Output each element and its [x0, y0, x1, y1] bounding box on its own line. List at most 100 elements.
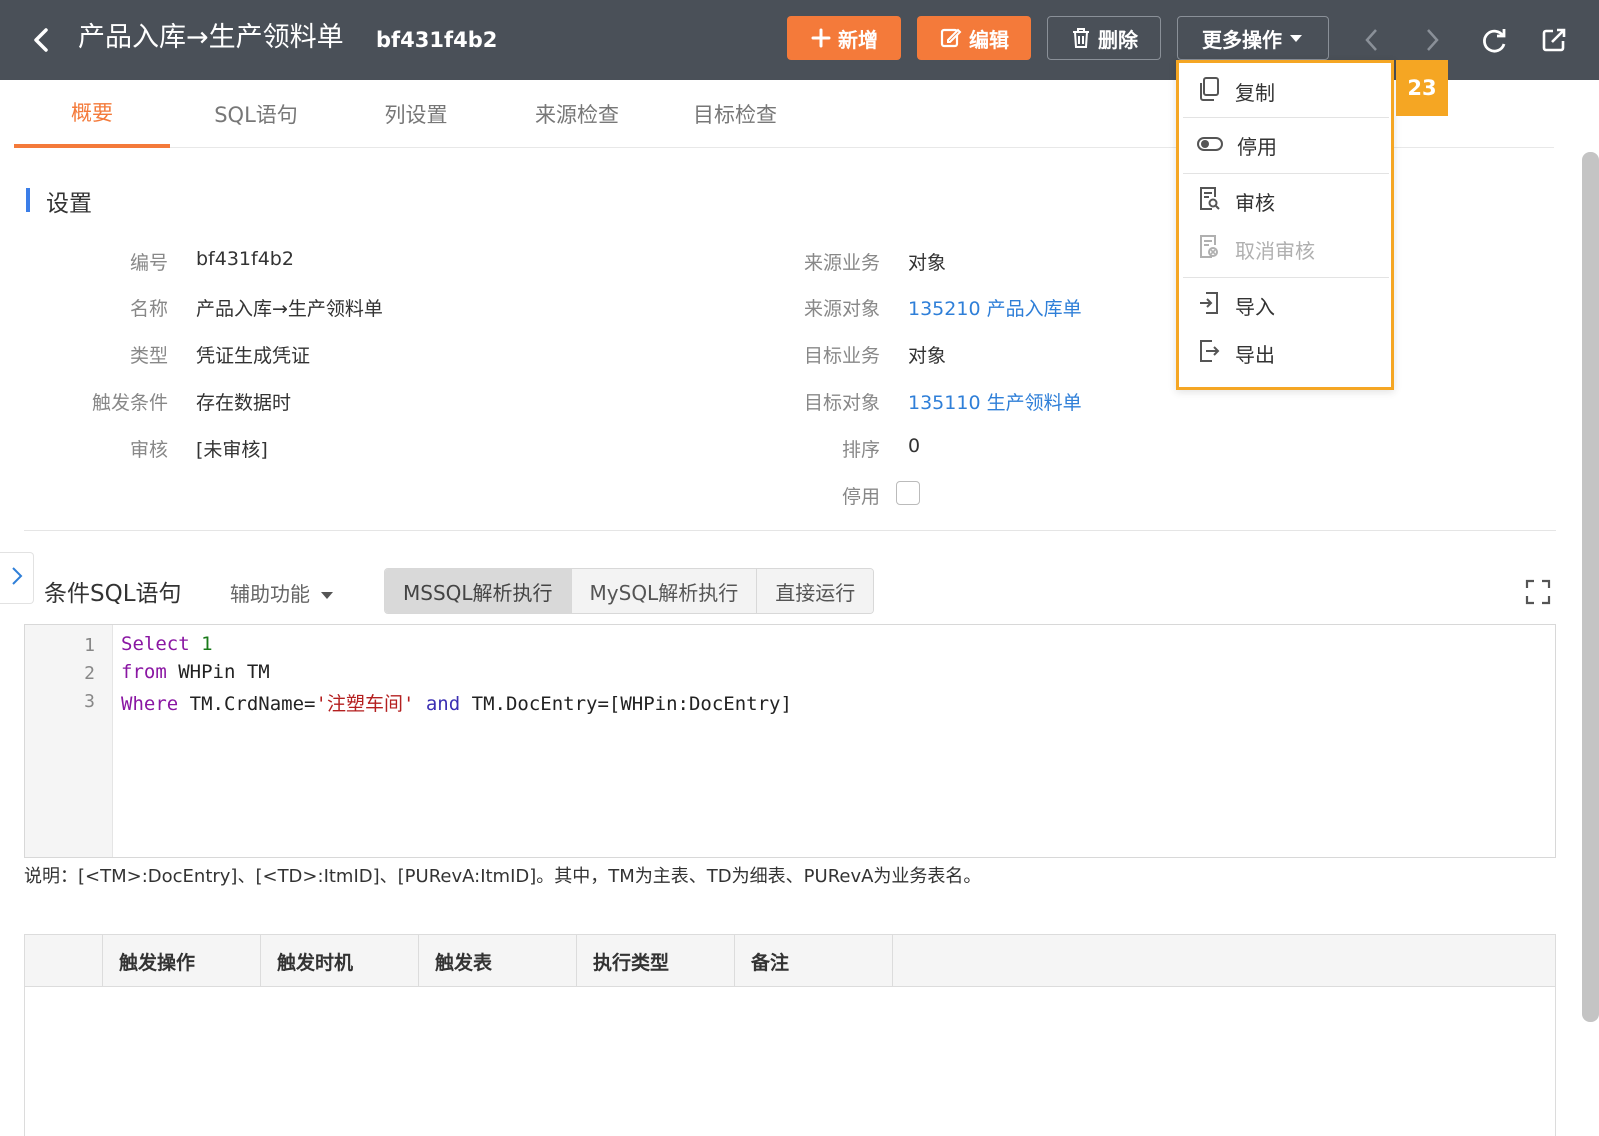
page-title: 产品入库→生产领料单 — [78, 22, 344, 53]
app-window: 产品入库→生产领料单 bf431f4b2 新增 编辑 删除 更多操作 概要 SQ… — [0, 0, 1599, 1136]
menu-item-label: 导入 — [1235, 294, 1275, 319]
table-header: 触发操作 触发时机 触发表 执行类型 备注 — [25, 935, 1555, 987]
tab-column-settings[interactable]: 列设置 — [346, 80, 486, 148]
menu-item-label: 停用 — [1237, 134, 1277, 159]
code-line-1: Select 1 — [121, 633, 213, 655]
field-value-code: bf431f4b2 — [196, 248, 294, 270]
field-value-sort: 0 — [908, 435, 921, 457]
code-line-3: Where TM.CrdName='注塑车间' and TM.DocEntry=… — [121, 689, 792, 716]
row-selector-column — [25, 935, 103, 987]
mode-mysql[interactable]: MySQL解析执行 — [571, 569, 758, 613]
field-label: 触发条件 — [91, 392, 168, 414]
string-literal: '注塑车间' — [315, 693, 415, 715]
add-button[interactable]: 新增 — [787, 16, 901, 60]
field-value-audit: [未审核] — [196, 439, 268, 461]
column-header[interactable]: 触发表 — [419, 935, 577, 987]
export-icon — [1197, 338, 1221, 369]
fullscreen-icon[interactable] — [1524, 578, 1552, 606]
mode-mssql[interactable]: MSSQL解析执行 — [385, 569, 572, 613]
menu-item-copy[interactable]: 复制 — [1179, 67, 1391, 115]
code-line-2: from WHPin TM — [121, 661, 270, 683]
line-number: 1 — [84, 635, 95, 656]
step-badge: 23 — [1396, 60, 1448, 116]
sql-mode-selector: MSSQL解析执行 MySQL解析执行 直接运行 — [384, 568, 875, 614]
divider — [24, 530, 1556, 531]
field-label: 类型 — [129, 345, 168, 367]
section-marker — [26, 188, 30, 212]
side-panel-toggle[interactable] — [0, 552, 34, 604]
keyword: Select — [121, 633, 190, 655]
tab-sql[interactable]: SQL语句 — [186, 80, 326, 148]
tab-overview[interactable]: 概要 — [14, 80, 170, 148]
more-actions-label: 更多操作 — [1202, 27, 1282, 52]
field-label: 排序 — [841, 439, 880, 461]
field-label: 来源业务 — [803, 252, 880, 274]
caret-down-icon — [1288, 32, 1304, 44]
delete-button-label: 删除 — [1098, 27, 1138, 52]
column-header[interactable]: 触发时机 — [261, 935, 419, 987]
field-label: 目标对象 — [803, 392, 880, 414]
menu-item-label: 导出 — [1235, 342, 1275, 367]
refresh-icon[interactable] — [1474, 20, 1514, 60]
vertical-scrollbar[interactable] — [1582, 152, 1599, 1022]
line-number: 2 — [84, 663, 95, 684]
menu-divider — [1183, 117, 1389, 118]
disable-checkbox[interactable] — [896, 481, 920, 505]
menu-item-label: 复制 — [1235, 80, 1275, 105]
previous-record-icon[interactable] — [1352, 20, 1392, 60]
section-title: 设置 — [46, 191, 92, 217]
menu-item-cancel-audit[interactable]: 取消审核 — [1179, 225, 1391, 273]
code-text: TM.DocEntry=[WHPin:DocEntry] — [471, 693, 792, 715]
menu-item-audit[interactable]: 审核 — [1179, 177, 1391, 225]
menu-item-label: 取消审核 — [1235, 238, 1315, 263]
sql-help-note: 说明：[<TM>:DocEntry]、[<TD>:ItmID]、[PURevA:… — [24, 866, 982, 887]
line-number-gutter: 1 2 3 — [25, 625, 113, 857]
menu-divider — [1183, 277, 1389, 278]
edit-button[interactable]: 编辑 — [917, 16, 1031, 60]
keyword: Where — [121, 693, 179, 715]
menu-item-import[interactable]: 导入 — [1179, 281, 1391, 329]
field-label: 审核 — [129, 439, 168, 461]
sql-editor[interactable]: 1 2 3 Select 1 from WHPin TM Where TM.Cr… — [24, 624, 1556, 858]
number-literal: 1 — [201, 633, 213, 655]
menu-item-export[interactable]: 导出 — [1179, 329, 1391, 377]
menu-item-label: 审核 — [1235, 190, 1275, 215]
tab-source-check[interactable]: 来源检查 — [502, 80, 652, 148]
tab-target-check[interactable]: 目标检查 — [660, 80, 810, 148]
more-actions-button[interactable]: 更多操作 — [1177, 16, 1329, 60]
menu-item-disable[interactable]: 停用 — [1179, 121, 1391, 169]
assist-label: 辅助功能 — [230, 582, 310, 606]
code-text: WHPin TM — [178, 661, 270, 683]
field-label: 编号 — [129, 252, 168, 274]
back-icon[interactable] — [26, 20, 58, 60]
copy-icon — [1197, 76, 1221, 107]
column-header[interactable]: 备注 — [735, 935, 893, 987]
field-value-source-business: 对象 — [908, 252, 947, 274]
column-header[interactable]: 执行类型 — [577, 935, 735, 987]
sql-section-title: 条件SQL语句 — [44, 581, 182, 607]
line-number: 3 — [84, 691, 95, 712]
chevron-right-icon — [10, 565, 24, 591]
field-value-trigger: 存在数据时 — [196, 392, 292, 414]
import-icon — [1197, 290, 1221, 321]
next-record-icon[interactable] — [1412, 20, 1452, 60]
record-code: bf431f4b2 — [376, 28, 498, 52]
edit-button-label: 编辑 — [969, 27, 1009, 52]
toggle-icon — [1197, 133, 1223, 157]
mode-direct-run[interactable]: 直接运行 — [757, 569, 874, 613]
keyword: from — [121, 661, 167, 683]
code-text: TM.CrdName= — [189, 693, 316, 715]
menu-divider — [1183, 173, 1389, 174]
column-header[interactable]: 触发操作 — [103, 935, 261, 987]
edit-icon — [939, 26, 963, 50]
delete-button[interactable]: 删除 — [1047, 16, 1161, 60]
keyword: and — [425, 693, 461, 715]
source-object-link[interactable]: 135210 产品入库单 — [908, 294, 1082, 321]
field-label: 目标业务 — [803, 345, 880, 367]
caret-down-icon — [320, 581, 334, 605]
add-button-label: 新增 — [838, 27, 878, 52]
assist-dropdown[interactable]: 辅助功能 — [230, 578, 334, 607]
open-external-icon[interactable] — [1534, 20, 1574, 60]
field-label: 来源对象 — [803, 298, 880, 320]
target-object-link[interactable]: 135110 生产领料单 — [908, 388, 1082, 415]
